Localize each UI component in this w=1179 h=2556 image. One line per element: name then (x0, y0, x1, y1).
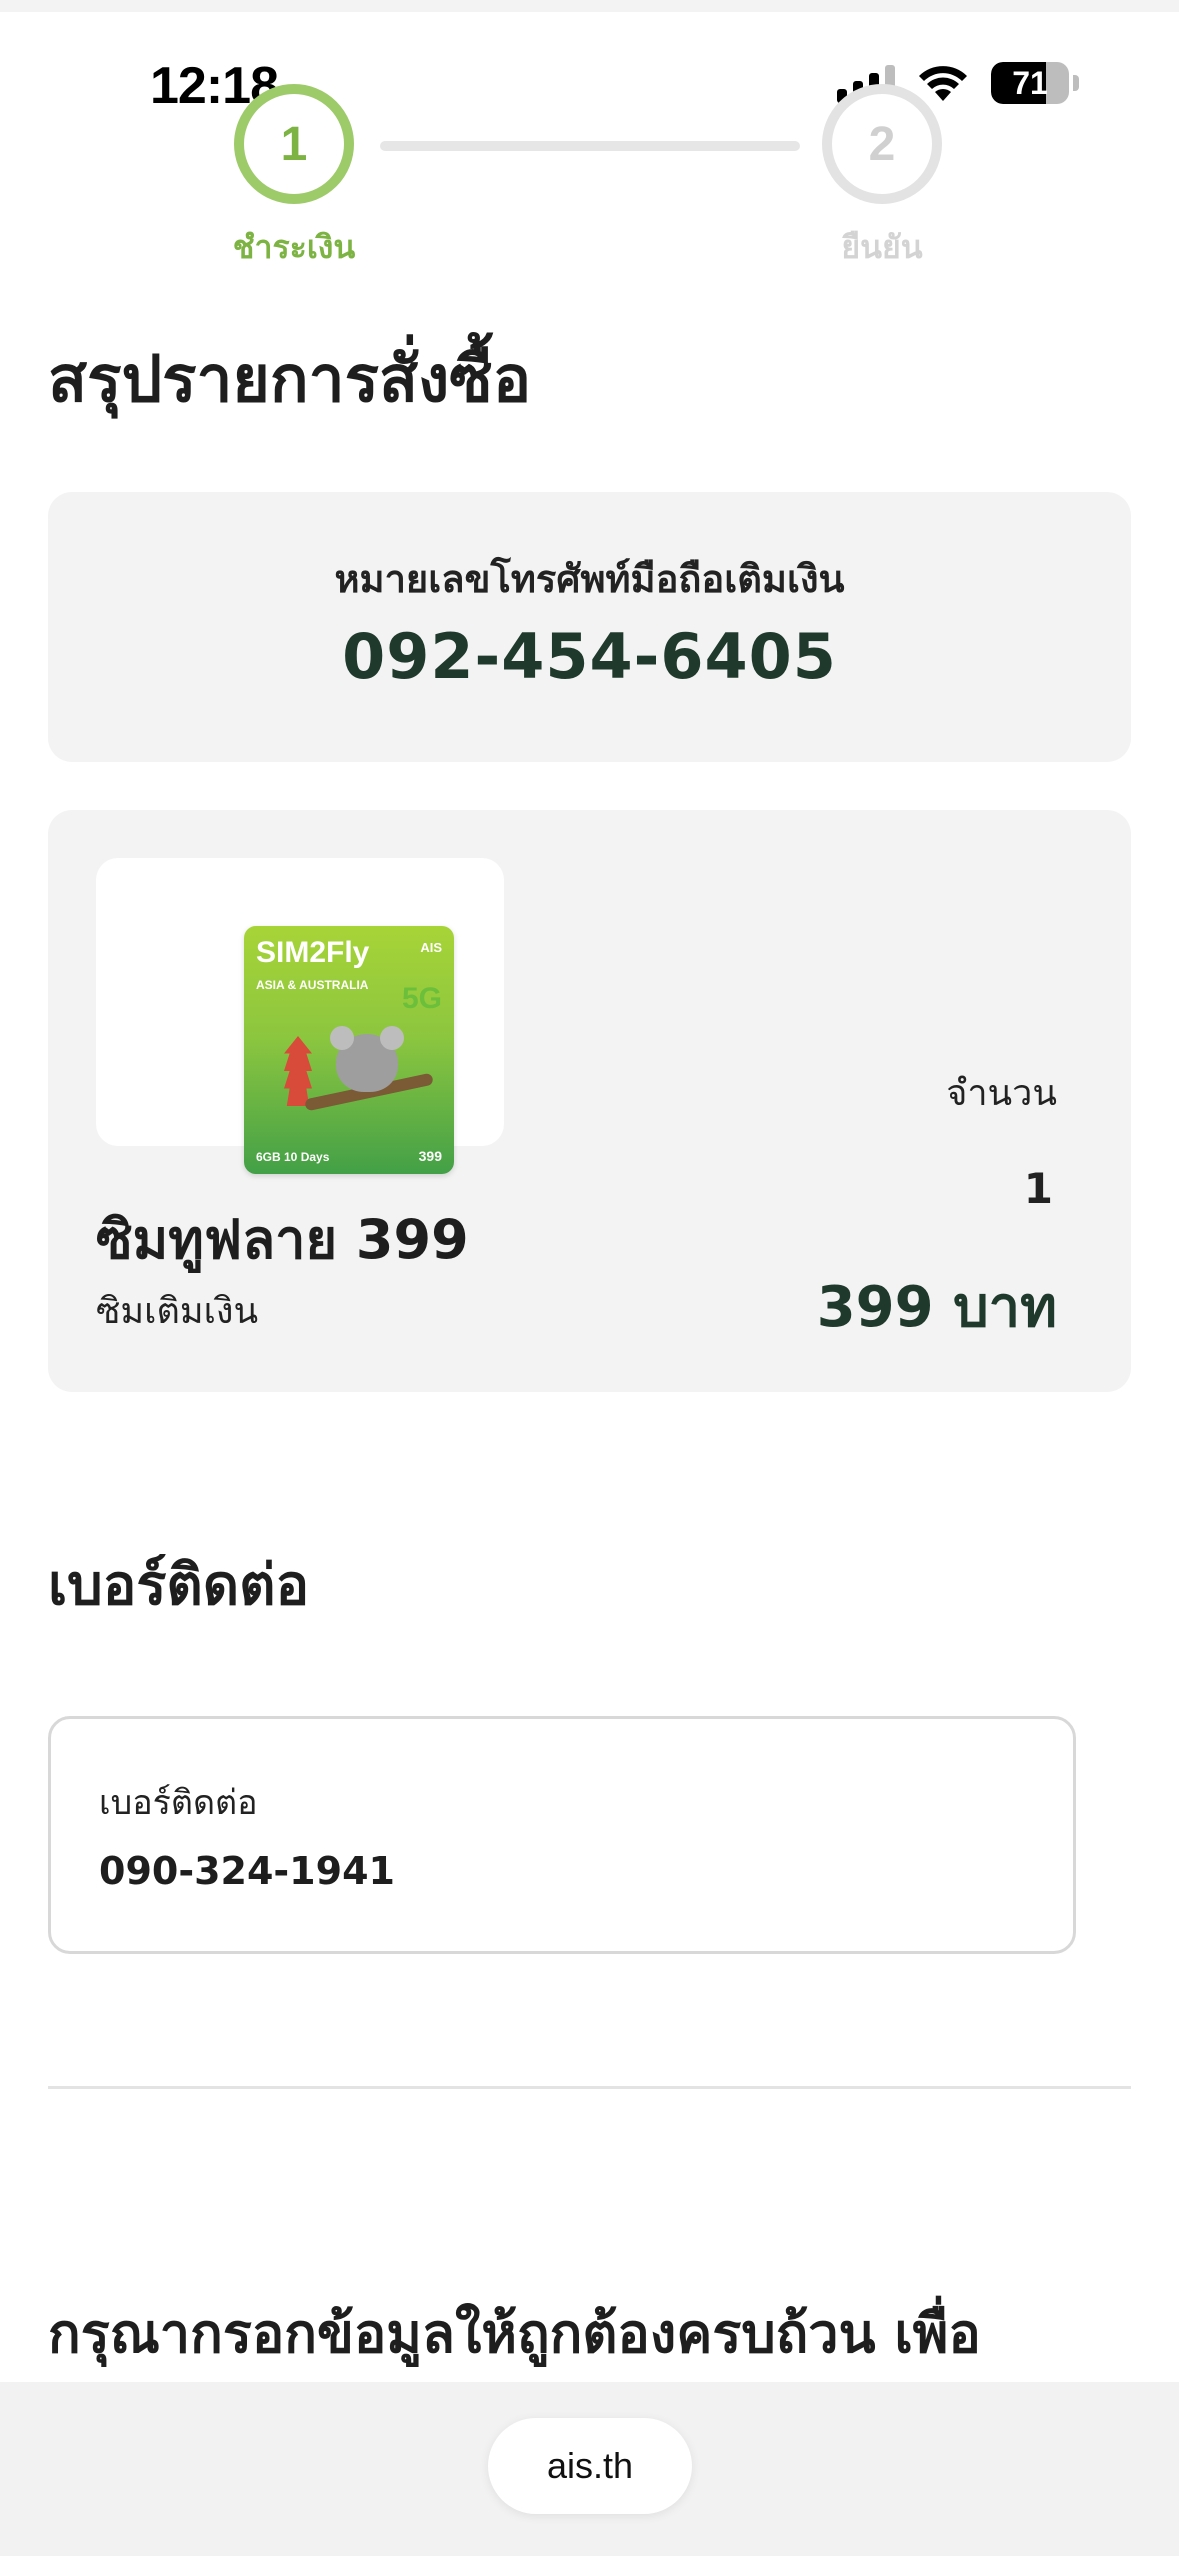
pagoda-illustration (284, 1036, 312, 1106)
quantity-label: จำนวน (946, 1073, 1057, 1114)
step-2-label: ยืนยัน (841, 228, 923, 266)
product-card: SIM2Fly AIS ASIA & AUSTRALIA 5G 6GB 10 D… (48, 810, 1131, 1392)
contact-number-field[interactable]: เบอร์ติดต่อ (48, 1716, 1076, 1954)
product-type: ซิมเติมเงิน (96, 1291, 259, 1332)
phone-number-value: 092-454-6405 (342, 620, 837, 693)
contact-section-title: เบอร์ติดต่อ (48, 1553, 310, 1618)
product-price: 399 บาท (816, 1275, 1057, 1340)
koala-illustration (330, 1026, 404, 1092)
step-1-label: ชำระเงิน (232, 228, 356, 266)
ais-logo: AIS (420, 940, 442, 955)
sim-image-subtitle: ASIA & AUSTRALIA (256, 978, 369, 992)
address-bar[interactable]: ais.th (488, 2418, 692, 2514)
product-name: ซิมทูฟลาย 399 (96, 1208, 469, 1271)
quantity-value: 1 (1023, 1164, 1053, 1213)
phone-number-label: หมายเลขโทรศัพท์มือถือเติมเงิน (334, 557, 845, 601)
section-divider (48, 2086, 1131, 2089)
checkout-page: 12:18 71 1 2 ชำระเงิน ยืนยัน สรุปรายการส… (0, 0, 1179, 2556)
form-notice-text: กรุณากรอกข้อมูลให้ถูกต้องครบถ้วน เพื่อ (48, 2302, 981, 2365)
step-1-circle: 1 (234, 84, 354, 204)
page-title: สรุปรายการสั่งซื้อ (48, 343, 532, 417)
stepper-connector (380, 141, 800, 151)
checkout-stepper: 1 2 ชำระเงิน ยืนยัน (0, 82, 1179, 272)
contact-number-input[interactable] (99, 1849, 999, 1893)
contact-number-label: เบอร์ติดต่อ (99, 1783, 258, 1823)
sim2fly-product-image: SIM2Fly AIS ASIA & AUSTRALIA 5G 6GB 10 D… (244, 926, 454, 1174)
sim-image-data: 6GB 10 Days (256, 1150, 330, 1164)
top-strip (0, 0, 1179, 12)
5g-badge: 5G (401, 982, 442, 1015)
sim-image-price: 399 (418, 1148, 442, 1164)
step-2-circle: 2 (822, 84, 942, 204)
product-image-frame: SIM2Fly AIS ASIA & AUSTRALIA 5G 6GB 10 D… (96, 858, 504, 1174)
phone-number-card: หมายเลขโทรศัพท์มือถือเติมเงิน 092-454-64… (48, 492, 1131, 762)
sim-image-title: SIM2Fly (256, 936, 370, 969)
